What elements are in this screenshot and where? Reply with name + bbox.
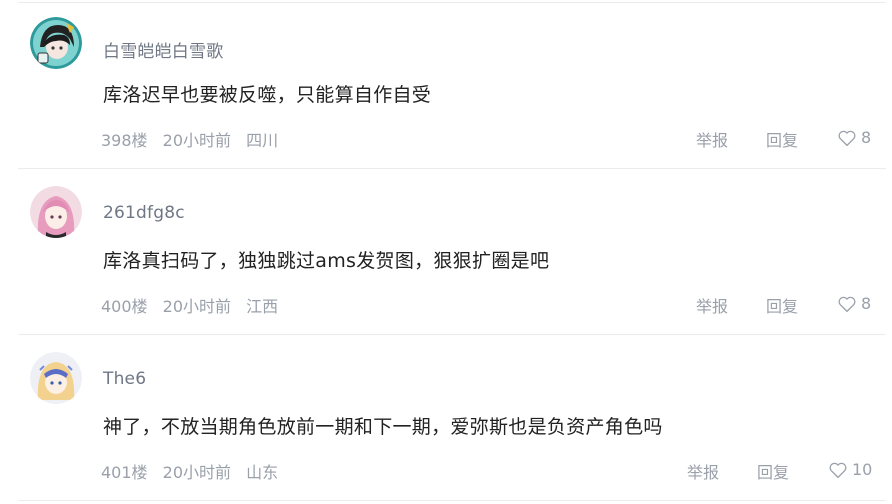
timestamp: 20小时前 [162, 131, 232, 150]
avatar[interactable] [30, 352, 82, 404]
like-count: 8 [861, 128, 872, 147]
username[interactable]: 白雪皑皑白雪歌 [103, 37, 223, 62]
report-button[interactable]: 举报 [696, 293, 728, 317]
comment-meta: 398楼 20小时前 四川 [101, 127, 288, 151]
like-button[interactable]: 8 [837, 128, 871, 147]
comment-item: 261dfg8c 库洛真扫码了，独独跳过ams发贺图，狠狠扩圈是吧 400楼 2… [0, 169, 892, 335]
comment-meta: 401楼 20小时前 山东 [101, 459, 288, 483]
heart-icon [838, 296, 856, 312]
comment-item: 白雪皑皑白雪歌 库洛迟早也要被反噬，只能算自作自受 398楼 20小时前 四川 … [0, 3, 892, 169]
comment-meta: 400楼 20小时前 江西 [101, 293, 288, 317]
timestamp: 20小时前 [162, 463, 232, 482]
username[interactable]: 261dfg8c [103, 203, 185, 223]
avatar[interactable] [30, 17, 82, 69]
report-button[interactable]: 举报 [696, 127, 728, 151]
heart-icon [838, 130, 856, 146]
username[interactable]: The6 [103, 369, 146, 389]
floor-number: 400楼 [101, 297, 148, 316]
floor-number: 398楼 [101, 131, 148, 150]
avatar[interactable] [30, 186, 82, 238]
heart-icon [829, 462, 847, 478]
comment-text: 库洛迟早也要被反噬，只能算自作自受 [103, 84, 432, 106]
location: 江西 [246, 297, 279, 316]
reply-button[interactable]: 回复 [757, 459, 789, 483]
comment-item: The6 神了，不放当期角色放前一期和下一期，爱弥斯也是负资产角色吗 401楼 … [0, 335, 892, 501]
anime-character-pink-hair-avatar-icon [30, 186, 82, 238]
reply-button[interactable]: 回复 [766, 293, 798, 317]
report-button[interactable]: 举报 [687, 459, 719, 483]
like-button[interactable]: 10 [828, 460, 872, 479]
like-button[interactable]: 8 [837, 294, 871, 313]
comment-text: 库洛真扫码了，独独跳过ams发贺图，狠狠扩圈是吧 [103, 250, 550, 272]
reply-button[interactable]: 回复 [766, 127, 798, 151]
timestamp: 20小时前 [162, 297, 232, 316]
floor-number: 401楼 [101, 463, 148, 482]
anime-character-blonde-hair-avatar-icon [30, 352, 82, 404]
anime-character-dark-hair-avatar-icon [30, 17, 82, 69]
like-count: 10 [852, 460, 873, 479]
comment-divider [18, 500, 886, 501]
comment-text: 神了，不放当期角色放前一期和下一期，爱弥斯也是负资产角色吗 [103, 416, 663, 438]
location: 山东 [246, 463, 279, 482]
location: 四川 [246, 131, 279, 150]
like-count: 8 [861, 294, 872, 313]
